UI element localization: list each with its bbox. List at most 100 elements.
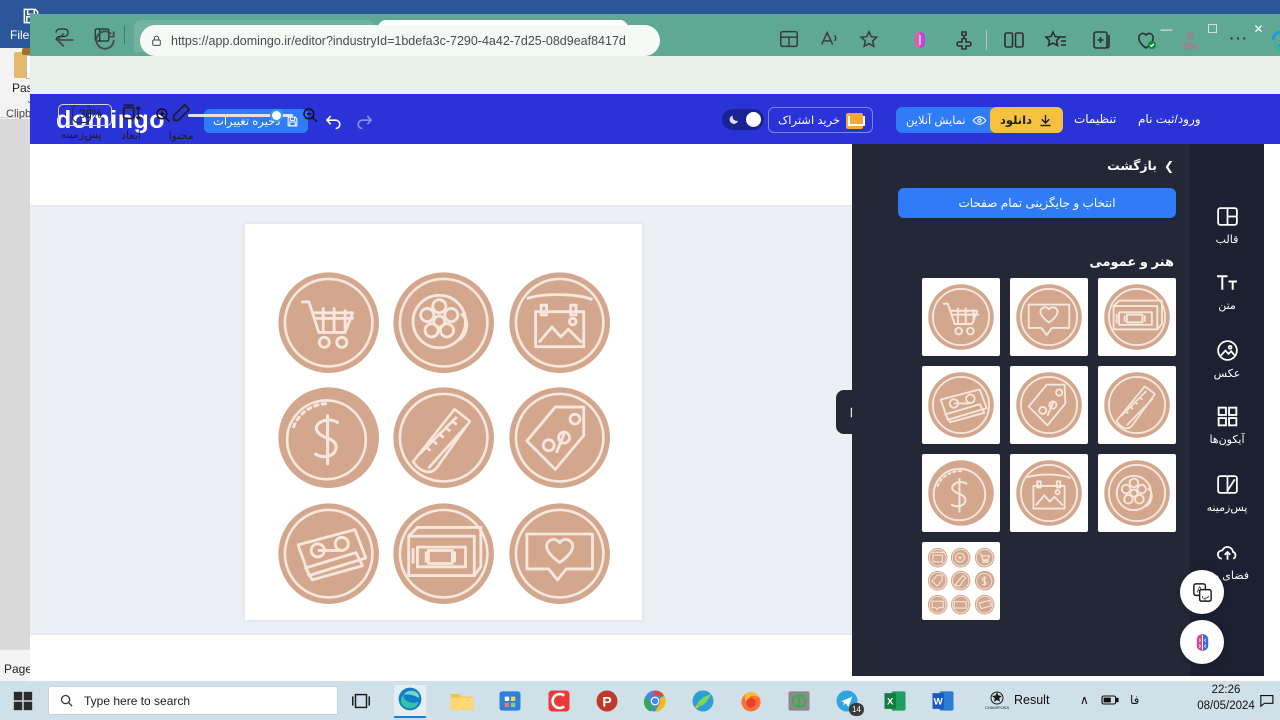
address-bar[interactable]: https://app.domingo.ir/editor?industryId…: [140, 25, 660, 56]
coin-dollar[interactable]: [274, 383, 383, 492]
zoom-out-icon[interactable]: [301, 106, 319, 124]
chevron-right-icon: ❯: [1163, 158, 1174, 173]
translate-widget-button[interactable]: A پ: [1180, 570, 1224, 614]
tool-dimensions-label: ابعاد: [121, 130, 141, 142]
clock-date[interactable]: 08/05/2024: [1196, 700, 1256, 712]
taskbar-app-firefox[interactable]: [735, 687, 767, 715]
taskbar-app-idm[interactable]: [687, 687, 719, 715]
settings-link[interactable]: تنظیمات: [1074, 112, 1116, 126]
thumbnail-heart-bubble[interactable]: [1010, 278, 1088, 356]
design-page[interactable]: [245, 224, 642, 620]
rail-item-icons[interactable]: آیکون‌ها: [1190, 404, 1264, 446]
buy-subscription-button[interactable]: خرید اشتراک: [768, 107, 874, 133]
taskbar-app-potplayer[interactable]: P: [591, 687, 623, 715]
taskbar-app-green-app[interactable]: [783, 687, 815, 715]
tray-result-label[interactable]: Result: [1014, 693, 1049, 707]
browser-essentials-icon[interactable]: [1134, 28, 1158, 52]
rail-item-text-label: متن: [1218, 300, 1236, 312]
thumbnail-price-tag[interactable]: [1010, 366, 1088, 444]
coin-cassette-tape[interactable]: [274, 499, 383, 608]
taskbar-app-edge[interactable]: [394, 685, 426, 718]
browser-more-menu[interactable]: ···: [1226, 28, 1250, 52]
zoom-slider-knob[interactable]: [270, 109, 283, 122]
text-icon: [1216, 275, 1237, 290]
ai-assistant-widget-button[interactable]: [1180, 620, 1224, 664]
copilot-brain-icon[interactable]: [908, 28, 932, 52]
thumbnail-film-reel[interactable]: [1098, 454, 1176, 532]
chrome-icon: [643, 690, 666, 712]
favorites-star-list-icon[interactable]: [1044, 28, 1068, 52]
online-preview-button[interactable]: نمایش آنلاین: [896, 107, 997, 133]
image-icon: [1216, 340, 1238, 361]
tool-background-label: پس‌زمینه: [60, 129, 102, 141]
thumbnail-dollar-coin[interactable]: [922, 454, 1000, 532]
split-screen-icon[interactable]: [778, 28, 800, 50]
back-icon[interactable]: [52, 27, 78, 53]
file-explorer-icon: [450, 694, 474, 710]
taskbar-app-chrome[interactable]: [639, 687, 671, 715]
thumbnail-cassette-tape[interactable]: [922, 366, 1000, 444]
taskbar-app-word[interactable]: W: [927, 687, 959, 715]
replace-all-pages-button[interactable]: انتخاب و جایگزینی تمام صفحات: [898, 188, 1176, 218]
redo-icon[interactable]: [354, 111, 374, 131]
zoom-level-select[interactable]: ⌄ 36%: [58, 104, 112, 126]
canvas-area[interactable]: [30, 206, 852, 634]
zoom-slider[interactable]: [188, 109, 293, 122]
taskbar-app-excel[interactable]: X: [879, 687, 911, 715]
taskbar-app-file-explorer[interactable]: [446, 687, 478, 715]
coin-heart-bubble[interactable]: [505, 499, 614, 608]
thumbnail-nine-icon-grid[interactable]: [922, 542, 1000, 620]
back-button[interactable]: ❯ بازگشت: [1107, 158, 1174, 174]
start-button-icon[interactable]: [12, 690, 34, 712]
clock-time[interactable]: 22:26: [1200, 684, 1252, 696]
dark-mode-toggle[interactable]: [722, 109, 764, 130]
refresh-icon[interactable]: [92, 27, 118, 53]
task-view-icon[interactable]: [350, 690, 372, 712]
add-favorite-star-icon[interactable]: [858, 28, 880, 50]
rail-item-image[interactable]: عکس: [1190, 338, 1264, 380]
login-register-link[interactable]: ورود/ثبت نام: [1138, 112, 1201, 126]
cloud-upload-icon: [1216, 546, 1236, 560]
coin-shopping-cart[interactable]: [274, 268, 383, 377]
taskbar-search-box[interactable]: Type here to search: [48, 686, 338, 715]
template-side-panel: ❯ بازگشت انتخاب و جایگزینی تمام صفحات هن…: [852, 144, 1190, 676]
word-page-indicator: Page: [4, 662, 33, 676]
coin-film-strip[interactable]: [389, 383, 498, 492]
word-file-menu[interactable]: File: [10, 28, 29, 42]
rail-item-background[interactable]: پس‌زمینه: [1190, 472, 1264, 514]
potplayer-icon: P: [596, 690, 618, 712]
download-button[interactable]: دانلود: [990, 107, 1063, 133]
coin-vhs-tape[interactable]: [389, 499, 498, 608]
buy-subscription-label: خرید اشتراک: [778, 115, 841, 127]
mini-heart: [927, 594, 948, 615]
rail-item-template[interactable]: قالب: [1190, 204, 1264, 246]
thumbnail-film-strip[interactable]: [1098, 366, 1176, 444]
tool-dimensions[interactable]: ابعاد: [106, 102, 156, 142]
extensions-puzzle-icon[interactable]: [952, 28, 976, 52]
battery-icon[interactable]: [1100, 692, 1120, 708]
avatar[interactable]: [1178, 28, 1202, 52]
read-aloud-icon[interactable]: [818, 28, 840, 50]
rail-item-text[interactable]: متن: [1190, 270, 1264, 312]
coin-photo-frame[interactable]: [505, 268, 614, 377]
champions-league-icon[interactable]: CHAMPIONS: [985, 689, 1009, 713]
taskbar-app-camtasia[interactable]: [543, 687, 575, 715]
editor-toolbar: [30, 144, 852, 206]
notification-icon[interactable]: [1258, 692, 1275, 709]
chevron-up-icon[interactable]: ∧: [1080, 693, 1089, 707]
thumbnail-vhs-tape[interactable]: [1098, 278, 1176, 356]
coin-film-reel[interactable]: [389, 268, 498, 377]
coin-price-tag[interactable]: [505, 383, 614, 492]
copilot-sidebar-icon[interactable]: [1268, 28, 1280, 54]
taskbar-app-store[interactable]: [494, 687, 526, 715]
zoom-in-icon[interactable]: [154, 106, 172, 124]
collections-icon[interactable]: [1090, 28, 1114, 52]
language-indicator[interactable]: فا: [1130, 693, 1139, 707]
thumbnail-photo-frame[interactable]: [1010, 454, 1088, 532]
thumbnail-shopping-cart[interactable]: [922, 278, 1000, 356]
svg-text:X: X: [887, 697, 894, 708]
undo-icon[interactable]: [324, 111, 344, 131]
save-changes-button[interactable]: ذخیره تغییرات: [204, 109, 309, 133]
split-screen-icon[interactable]: [1002, 28, 1026, 52]
taskbar-app-telegram[interactable]: 14: [831, 687, 864, 716]
